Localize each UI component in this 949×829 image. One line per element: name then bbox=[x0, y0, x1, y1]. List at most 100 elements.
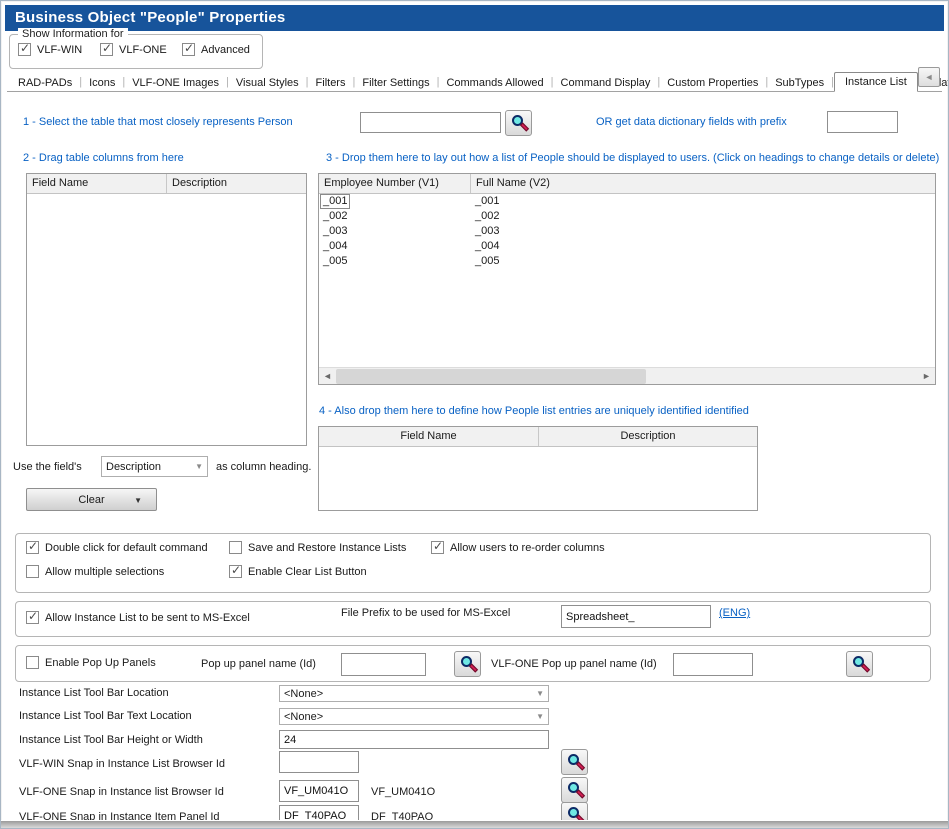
tab-visual-styles[interactable]: Visual Styles bbox=[229, 74, 306, 91]
vlf-win-checkbox-box[interactable] bbox=[18, 43, 31, 56]
tab-commands-allowed[interactable]: Commands Allowed bbox=[439, 74, 550, 91]
tab-scroll-left-button[interactable]: ◄ bbox=[918, 67, 940, 87]
enable-clear-list-checkbox-box[interactable] bbox=[229, 565, 242, 578]
vlfone-browser-search-button[interactable] bbox=[561, 777, 588, 803]
double-click-checkbox-box[interactable] bbox=[26, 541, 39, 554]
checkbox-reorder-columns[interactable]: Allow users to re-order columns bbox=[431, 541, 605, 554]
or-prefix-label: OR get data dictionary fields with prefi… bbox=[596, 116, 787, 128]
scrollbar-thumb[interactable] bbox=[336, 369, 646, 384]
tab-command-display[interactable]: Command Display bbox=[554, 74, 658, 91]
advanced-checkbox-box[interactable] bbox=[182, 43, 195, 56]
popup-panel-name-input[interactable] bbox=[341, 653, 426, 676]
checkbox-enable-clear-list[interactable]: Enable Clear List Button bbox=[229, 565, 367, 578]
cell[interactable]: _003 bbox=[471, 224, 935, 239]
tab-icons[interactable]: Icons bbox=[82, 74, 122, 91]
table-row[interactable]: _004 _004 bbox=[319, 239, 935, 254]
scroll-left-arrow-icon[interactable]: ◄ bbox=[319, 368, 336, 385]
tab-instance-list[interactable]: Instance List bbox=[834, 72, 918, 92]
toolbar-height-input[interactable] bbox=[279, 730, 549, 749]
cell[interactable]: _005 bbox=[471, 254, 935, 269]
section4-label: 4 - Also drop them here to define how Pe… bbox=[319, 405, 749, 417]
horizontal-scrollbar[interactable]: ◄ ► bbox=[319, 367, 935, 384]
table-row[interactable]: _005 _005 bbox=[319, 254, 935, 269]
popup-panel-search-button[interactable] bbox=[454, 651, 481, 677]
reorder-columns-checkbox-box[interactable] bbox=[431, 541, 444, 554]
clear-button[interactable]: Clear ▼ bbox=[26, 488, 157, 511]
identification-table[interactable]: Field Name Description bbox=[318, 426, 758, 511]
tab-subtypes[interactable]: SubTypes bbox=[768, 74, 831, 91]
checkbox-save-restore[interactable]: Save and Restore Instance Lists bbox=[229, 541, 406, 554]
advanced-checkbox-label: Advanced bbox=[201, 44, 250, 56]
toolbar-text-location-select[interactable]: <None> ▼ bbox=[279, 708, 549, 725]
tab-rad-pads[interactable]: RAD-PADs bbox=[11, 74, 79, 91]
toolbar-location-select[interactable]: <None> ▼ bbox=[279, 685, 549, 702]
checkbox-multiple-selections[interactable]: Allow multiple selections bbox=[26, 565, 164, 578]
available-fields-table[interactable]: Field Name Description bbox=[26, 173, 307, 446]
popup-checkbox-box[interactable] bbox=[26, 656, 39, 669]
column-header-description[interactable]: Description bbox=[539, 427, 757, 446]
cell[interactable]: _005 bbox=[319, 254, 471, 269]
checkbox-advanced[interactable]: Advanced bbox=[182, 43, 250, 56]
cell[interactable]: _001 bbox=[471, 194, 935, 209]
focused-cell[interactable]: _001 bbox=[320, 194, 350, 209]
column-header-field-name[interactable]: Field Name bbox=[27, 174, 167, 193]
popup-panel-name-label: Pop up panel name (Id) bbox=[201, 658, 316, 670]
vlfone-browser-id-input[interactable] bbox=[279, 780, 359, 802]
vlfone-browser-id-echo: VF_UM041O bbox=[371, 786, 435, 798]
tab-custom-properties[interactable]: Custom Properties bbox=[660, 74, 765, 91]
show-information-legend: Show Information for bbox=[18, 28, 128, 40]
clear-button-label: Clear bbox=[78, 494, 104, 506]
checkbox-vlf-one[interactable]: VLF-ONE bbox=[100, 43, 167, 56]
excel-checkbox-label: Allow Instance List to be sent to MS-Exc… bbox=[45, 612, 250, 624]
checkbox-double-click[interactable]: Double click for default command bbox=[26, 541, 208, 554]
prefix-input[interactable] bbox=[827, 111, 898, 133]
multiple-selections-checkbox-label: Allow multiple selections bbox=[45, 566, 164, 578]
tab-filter-settings[interactable]: Filter Settings bbox=[355, 74, 436, 91]
toolbar-height-label: Instance List Tool Bar Height or Width bbox=[19, 734, 203, 746]
cell[interactable]: _004 bbox=[319, 239, 471, 254]
file-prefix-input[interactable] bbox=[561, 605, 711, 628]
cell[interactable]: _004 bbox=[471, 239, 935, 254]
save-restore-checkbox-label: Save and Restore Instance Lists bbox=[248, 542, 406, 554]
checkbox-vlf-win[interactable]: VLF-WIN bbox=[18, 43, 82, 56]
enable-clear-list-checkbox-label: Enable Clear List Button bbox=[248, 566, 367, 578]
vlf-one-checkbox-label: VLF-ONE bbox=[119, 44, 167, 56]
section3-label: 3 - Drop them here to lay out how a list… bbox=[326, 152, 939, 164]
checkbox-excel[interactable]: Allow Instance List to be sent to MS-Exc… bbox=[26, 611, 250, 624]
vlfwin-browser-id-input[interactable] bbox=[279, 751, 359, 773]
scroll-right-arrow-icon[interactable]: ► bbox=[918, 368, 935, 385]
excel-checkbox-box[interactable] bbox=[26, 611, 39, 624]
cell[interactable]: _002 bbox=[319, 209, 471, 224]
table-search-button[interactable] bbox=[505, 110, 532, 136]
identification-table-header: Field Name Description bbox=[319, 427, 757, 447]
chevron-down-icon[interactable]: ▼ bbox=[134, 496, 142, 505]
vlfwin-browser-search-button[interactable] bbox=[561, 749, 588, 775]
multiple-selections-checkbox-box[interactable] bbox=[26, 565, 39, 578]
language-link[interactable]: (ENG) bbox=[719, 607, 750, 619]
table-name-input[interactable] bbox=[360, 112, 501, 133]
toolbar-text-location-label: Instance List Tool Bar Text Location bbox=[19, 710, 192, 722]
vlf-one-checkbox-box[interactable] bbox=[100, 43, 113, 56]
column-header-description[interactable]: Description bbox=[167, 174, 306, 193]
window-bottom-edge bbox=[1, 820, 948, 828]
vlfone-popup-panel-input[interactable] bbox=[673, 653, 753, 676]
column-header-field-name[interactable]: Field Name bbox=[319, 427, 539, 446]
file-prefix-label: File Prefix to be used for MS-Excel bbox=[341, 607, 510, 619]
checkbox-popup-panels[interactable]: Enable Pop Up Panels bbox=[26, 656, 156, 669]
toolbar-text-location-value: <None> bbox=[284, 711, 532, 723]
cell[interactable]: _003 bbox=[319, 224, 471, 239]
tab-vlf-one-images[interactable]: VLF-ONE Images bbox=[125, 74, 226, 91]
table-row[interactable]: _001 _001 bbox=[319, 194, 935, 209]
instance-list-layout-table[interactable]: Employee Number (V1) Full Name (V2) _001… bbox=[318, 173, 936, 385]
toolbar-location-value: <None> bbox=[284, 688, 532, 700]
table-row[interactable]: _003 _003 bbox=[319, 224, 935, 239]
use-fields-label: Use the field's bbox=[13, 461, 82, 473]
column-header-full-name[interactable]: Full Name (V2) bbox=[471, 174, 935, 193]
save-restore-checkbox-box[interactable] bbox=[229, 541, 242, 554]
column-heading-combo[interactable]: Description ▼ bbox=[101, 456, 208, 477]
cell[interactable]: _002 bbox=[471, 209, 935, 224]
tab-filters[interactable]: Filters bbox=[309, 74, 353, 91]
vlfone-popup-panel-search-button[interactable] bbox=[846, 651, 873, 677]
column-header-employee-number[interactable]: Employee Number (V1) bbox=[319, 174, 471, 193]
table-row[interactable]: _002 _002 bbox=[319, 209, 935, 224]
